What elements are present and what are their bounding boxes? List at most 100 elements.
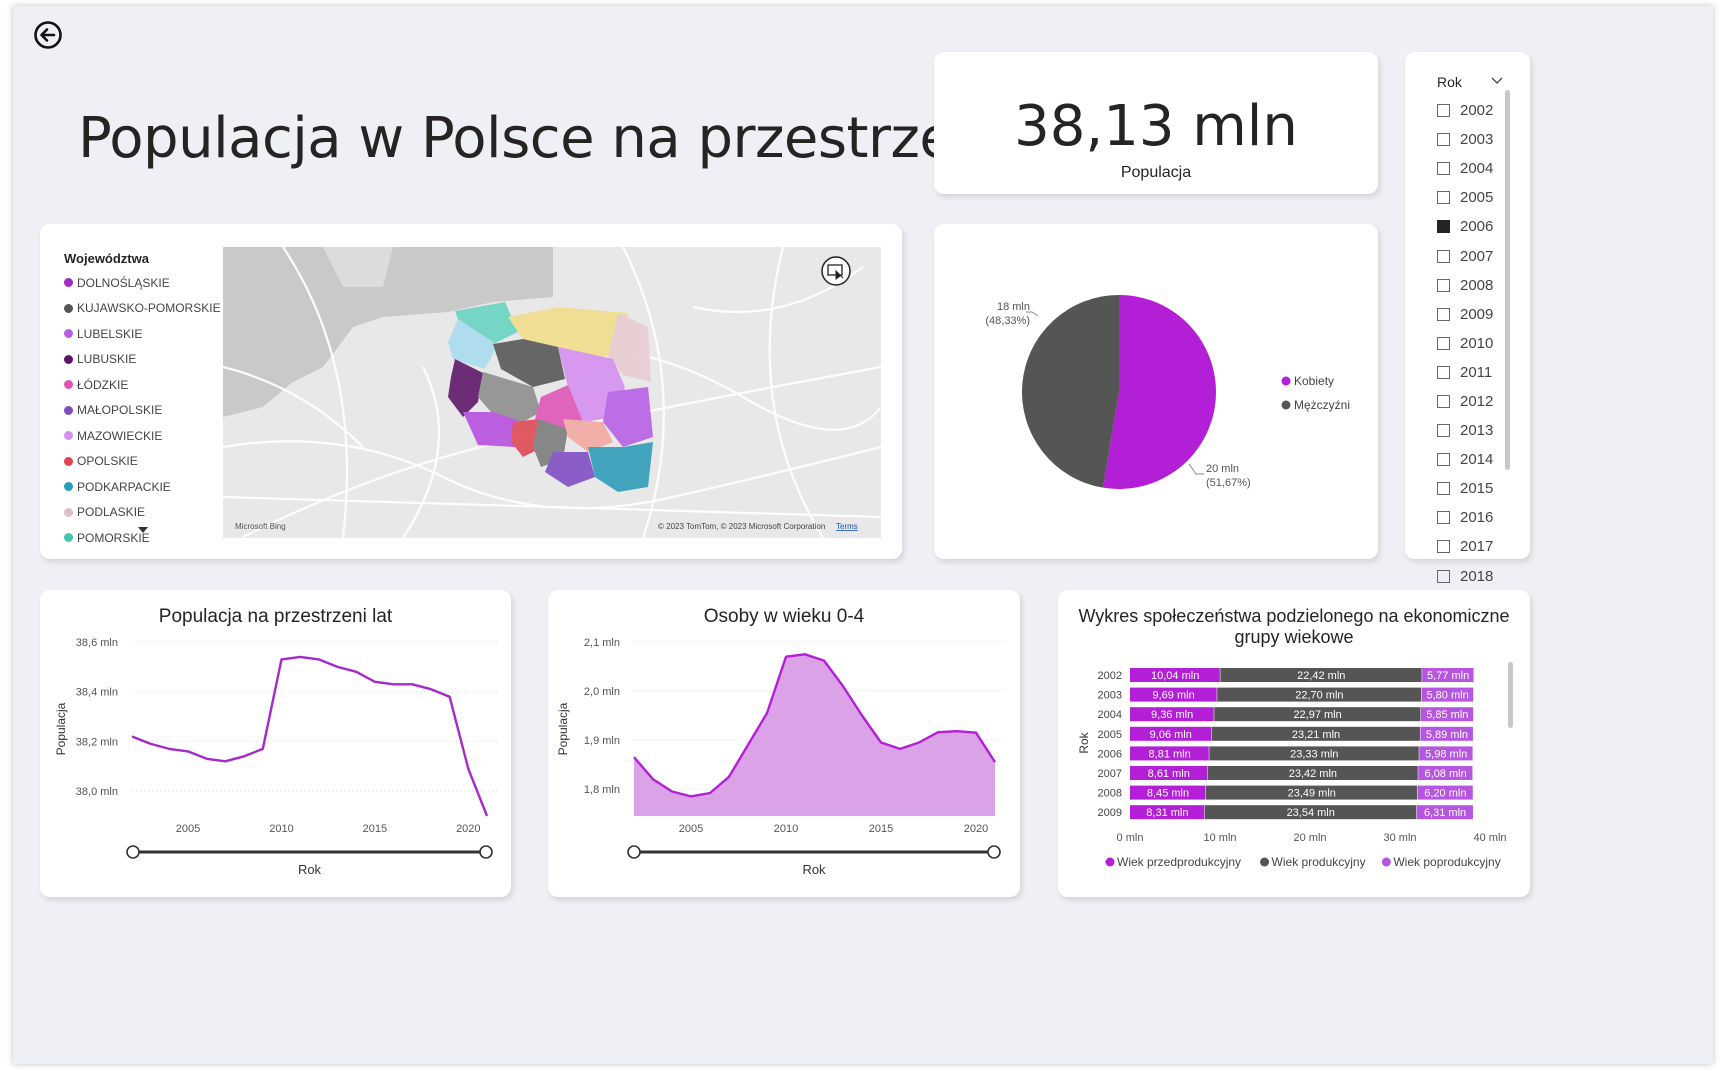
map-legend-item[interactable]: PODKARPACKIE bbox=[64, 474, 221, 500]
legend-label: DOLNOŚLĄSKIE bbox=[77, 275, 170, 290]
map-legend-item[interactable]: DOLNOŚLĄSKIE bbox=[64, 270, 221, 296]
slicer-checkbox[interactable] bbox=[1437, 482, 1450, 496]
y-tick-label: 2,1 mln bbox=[584, 637, 620, 649]
slicer-item[interactable]: 2015 bbox=[1437, 474, 1493, 503]
map-visual[interactable]: Microsoft Bing © 2023 TomTom, © 2023 Mic… bbox=[223, 247, 881, 538]
population-line-card[interactable]: Populacja na przestrzeni lat 38,0 mln 38,… bbox=[40, 590, 511, 897]
slicer-checkbox[interactable] bbox=[1437, 365, 1450, 379]
pie-data-label-pct: (48,33%) bbox=[985, 315, 1030, 327]
slicer-item[interactable]: 2004 bbox=[1437, 154, 1493, 183]
legend-label: PODLASKIE bbox=[77, 505, 146, 520]
slicer-item[interactable]: 2014 bbox=[1437, 445, 1493, 474]
slicer-checkbox[interactable] bbox=[1437, 220, 1450, 234]
map-legend-item[interactable]: LUBUSKIE bbox=[64, 347, 221, 373]
bar-data-label: 10,04 mln bbox=[1151, 670, 1199, 682]
x-tick-label: 2010 bbox=[269, 823, 293, 835]
slicer-item[interactable]: 2002 bbox=[1437, 96, 1493, 125]
back-button[interactable] bbox=[33, 20, 63, 50]
bar-data-label: 5,98 mln bbox=[1425, 748, 1467, 760]
bar-data-label: 23,54 mln bbox=[1287, 807, 1335, 819]
slicer-checkbox[interactable] bbox=[1437, 162, 1450, 176]
slicer-checkbox[interactable] bbox=[1437, 569, 1450, 583]
slicer-checkbox[interactable] bbox=[1437, 424, 1450, 438]
map-select-icon[interactable] bbox=[821, 256, 851, 286]
map-legend-item[interactable]: MAŁOPOLSKIE bbox=[64, 398, 221, 424]
map-legend: DOLNOŚLĄSKIE KUJAWSKO-POMORSKIE LUBELSKIE L… bbox=[64, 270, 221, 551]
slicer-item[interactable]: 2003 bbox=[1437, 125, 1493, 154]
legend-more-icon[interactable] bbox=[138, 527, 148, 533]
kpi-card[interactable]: 38,13 mln Populacja bbox=[934, 52, 1378, 194]
legend-label: MAZOWIECKIE bbox=[77, 428, 163, 443]
bar-data-label: 5,80 mln bbox=[1427, 690, 1469, 702]
map-legend-item[interactable]: OPOLSKIE bbox=[64, 449, 221, 475]
slicer-checkbox[interactable] bbox=[1437, 453, 1450, 467]
year-slicer[interactable]: Rok 2002 2003 2004 2005 2006 2007 2008 2009 2010… bbox=[1405, 52, 1530, 585]
slicer-item[interactable]: 2013 bbox=[1437, 416, 1493, 445]
range-slider-end-handle[interactable] bbox=[479, 845, 493, 859]
bar-data-label: 5,85 mln bbox=[1426, 709, 1468, 721]
slicer-item-label: 2007 bbox=[1460, 247, 1494, 265]
map-legend-item[interactable]: PODLASKIE bbox=[64, 500, 221, 526]
x-tick-label: 20 mln bbox=[1293, 832, 1326, 844]
bar-data-label: 9,36 mln bbox=[1151, 709, 1193, 721]
slicer-checkbox[interactable] bbox=[1437, 511, 1450, 525]
slicer-checkbox[interactable] bbox=[1437, 540, 1450, 554]
bar-data-label: 8,61 mln bbox=[1148, 768, 1190, 780]
slicer-item[interactable]: 2008 bbox=[1437, 271, 1493, 300]
map-legend-item[interactable]: MAZOWIECKIE bbox=[64, 423, 221, 449]
map-legend-item[interactable]: ŁÓDZKIE bbox=[64, 372, 221, 398]
line-series[interactable] bbox=[131, 655, 489, 817]
pie-chart: 20 mln (51,67%) 18 mln (48,33%) Kobiety Mężcz… bbox=[985, 295, 1350, 489]
slicer-checkbox[interactable] bbox=[1437, 307, 1450, 321]
bar-legend-label: Wiek produkcyjny bbox=[1272, 855, 1366, 869]
slicer-checkbox[interactable] bbox=[1437, 133, 1450, 147]
range-slider-start-handle[interactable] bbox=[126, 845, 140, 859]
kids-area-card[interactable]: Osoby w wieku 0-4 1,8 mln 1,9 mln 2,0 mln 2… bbox=[548, 590, 1020, 897]
legend-dot bbox=[64, 431, 73, 441]
slicer-item[interactable]: 2016 bbox=[1437, 503, 1493, 532]
slicer-checkbox[interactable] bbox=[1437, 278, 1450, 292]
range-slider-end-handle[interactable] bbox=[987, 845, 1001, 859]
bar-scrollbar[interactable] bbox=[1508, 662, 1513, 728]
slicer-item[interactable]: 2017 bbox=[1437, 532, 1493, 561]
range-slider-start-handle[interactable] bbox=[627, 845, 641, 859]
map-legend-item[interactable]: KUJAWSKO-POMORSKIE bbox=[64, 296, 221, 322]
pie-slice-kobiety[interactable] bbox=[1103, 295, 1217, 489]
pie-legend-marker bbox=[1281, 376, 1291, 386]
pie-slice-mężczyźni[interactable] bbox=[1022, 295, 1119, 488]
slicer-checkbox[interactable] bbox=[1437, 336, 1450, 350]
chevron-down-icon[interactable] bbox=[1491, 77, 1503, 85]
slicer-item[interactable]: 2010 bbox=[1437, 329, 1493, 358]
map-legend-item[interactable]: LUBELSKIE bbox=[64, 321, 221, 347]
slicer-scrollbar[interactable] bbox=[1505, 90, 1510, 470]
slicer-checkbox[interactable] bbox=[1437, 191, 1450, 205]
area-chart-title: Osoby w wieku 0-4 bbox=[703, 606, 865, 627]
map-card[interactable]: Województwa DOLNOŚLĄSKIE KUJAWSKO-POMORSK… bbox=[40, 224, 902, 559]
area-fill bbox=[634, 654, 995, 816]
map-attribution: © 2023 TomTom, © 2023 Microsoft Corporat… bbox=[658, 522, 825, 531]
map-terms-link[interactable]: Terms bbox=[836, 522, 858, 531]
slicer-checkbox[interactable] bbox=[1437, 249, 1450, 263]
slicer-item[interactable]: 2007 bbox=[1437, 241, 1493, 270]
slicer-item[interactable]: 2018 bbox=[1437, 562, 1493, 591]
legend-dot bbox=[64, 405, 73, 415]
slicer-item-label: 2004 bbox=[1460, 160, 1494, 178]
bar-legend-marker bbox=[1260, 857, 1270, 867]
slicer-checkbox[interactable] bbox=[1437, 104, 1450, 118]
legend-label: PODKARPACKIE bbox=[77, 479, 171, 494]
slicer-item-label: 2010 bbox=[1460, 334, 1494, 352]
slicer-item[interactable]: 2012 bbox=[1437, 387, 1493, 416]
age-groups-bar-card[interactable]: Wykres społeczeństwa podzielonego na eko… bbox=[1058, 590, 1530, 897]
slicer-item[interactable]: 2005 bbox=[1437, 183, 1493, 212]
slicer-item[interactable]: 2006 bbox=[1437, 212, 1493, 241]
slicer-checkbox[interactable] bbox=[1437, 394, 1450, 408]
slicer-item[interactable]: 2011 bbox=[1437, 358, 1493, 387]
slicer-list: 2002 2003 2004 2005 2006 2007 2008 2009 2010 2011… bbox=[1437, 96, 1493, 591]
y-axis-label: Populacja bbox=[556, 702, 570, 755]
slicer-item-label: 2011 bbox=[1460, 363, 1493, 381]
pie-card[interactable]: 20 mln (51,67%) 18 mln (48,33%) Kobiety Mężcz… bbox=[934, 224, 1378, 559]
x-tick-label: 2020 bbox=[964, 823, 988, 835]
slicer-item-label: 2008 bbox=[1460, 276, 1494, 294]
y-tick-label: 38,4 mln bbox=[76, 687, 118, 699]
slicer-item[interactable]: 2009 bbox=[1437, 300, 1493, 329]
